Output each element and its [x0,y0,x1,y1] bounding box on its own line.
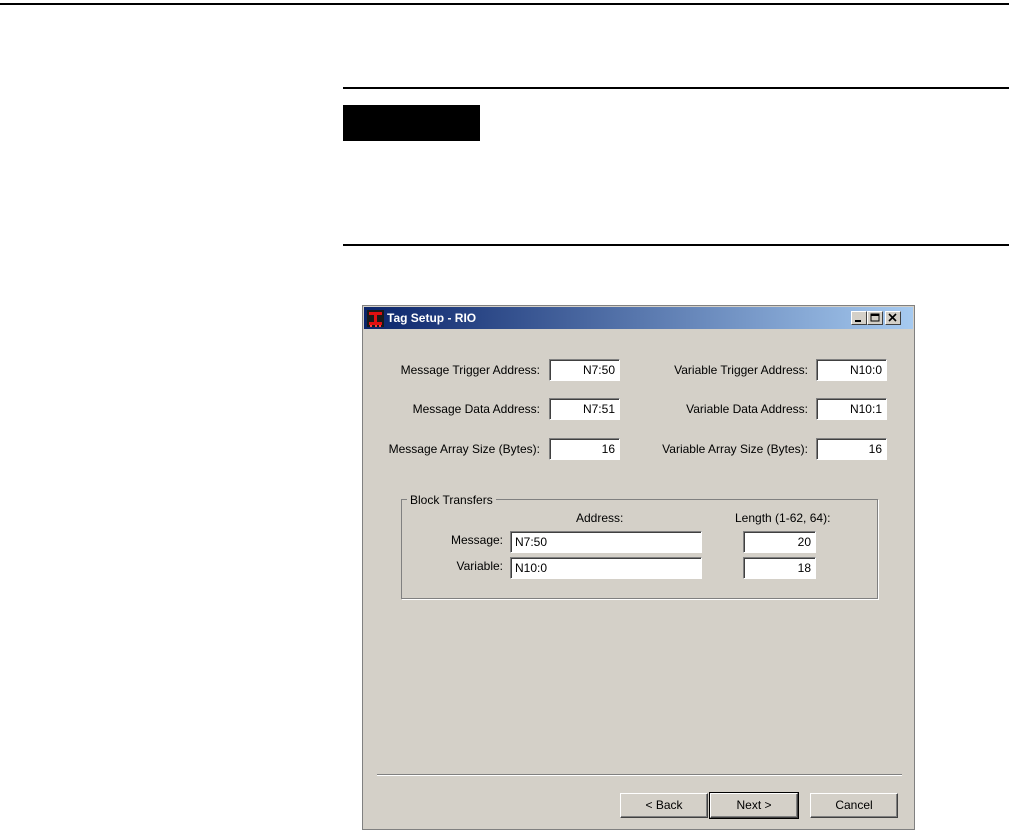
dialog-title: Tag Setup - RIO [387,311,477,325]
tag-setup-dialog: Tag Setup - RIO Message Trigger Address:… [362,305,915,830]
block-variable-length-input[interactable]: 18 [743,557,816,579]
variable-array-size-input[interactable]: 16 [816,438,887,460]
close-button[interactable] [885,311,901,325]
block-message-length-input[interactable]: 20 [743,531,816,553]
note-bottom-rule [343,244,1009,246]
minimize-icon [855,320,861,322]
next-button[interactable]: Next > [709,792,799,819]
back-button[interactable]: < Back [620,793,708,818]
tag-app-icon [367,310,384,327]
maximize-button[interactable] [867,311,883,325]
page-top-rule [0,3,1009,5]
variable-array-size-label: Variable Array Size (Bytes): [662,442,808,456]
message-array-size-label: Message Array Size (Bytes): [388,442,540,456]
length-column-header: Length (1-62, 64): [735,511,831,525]
variable-trigger-address-input[interactable]: N10:0 [816,359,887,381]
note-label-block [343,105,480,141]
cancel-button[interactable]: Cancel [810,793,898,818]
message-trigger-address-input[interactable]: N7:50 [549,359,620,381]
address-column-header: Address: [576,511,624,525]
block-transfers-title: Block Transfers [407,493,496,507]
variable-data-address-label: Variable Data Address: [686,402,808,416]
maximize-icon [870,313,880,322]
footer-separator [377,774,902,776]
message-trigger-address-label: Message Trigger Address: [400,363,540,377]
minimize-button[interactable] [851,311,867,325]
message-data-address-label: Message Data Address: [412,402,540,416]
block-message-label: Message: [450,533,503,547]
message-array-size-input[interactable]: 16 [549,438,620,460]
variable-data-address-input[interactable]: N10:1 [816,398,887,420]
message-data-address-input[interactable]: N7:51 [549,398,620,420]
close-icon [888,313,897,322]
block-message-address-input[interactable]: N7:50 [510,531,702,553]
note-top-rule [343,87,1009,89]
block-variable-address-input[interactable]: N10:0 [510,557,702,579]
block-variable-label: Variable: [456,559,503,573]
title-bar[interactable]: Tag Setup - RIO [364,307,913,329]
variable-trigger-address-label: Variable Trigger Address: [674,363,808,377]
